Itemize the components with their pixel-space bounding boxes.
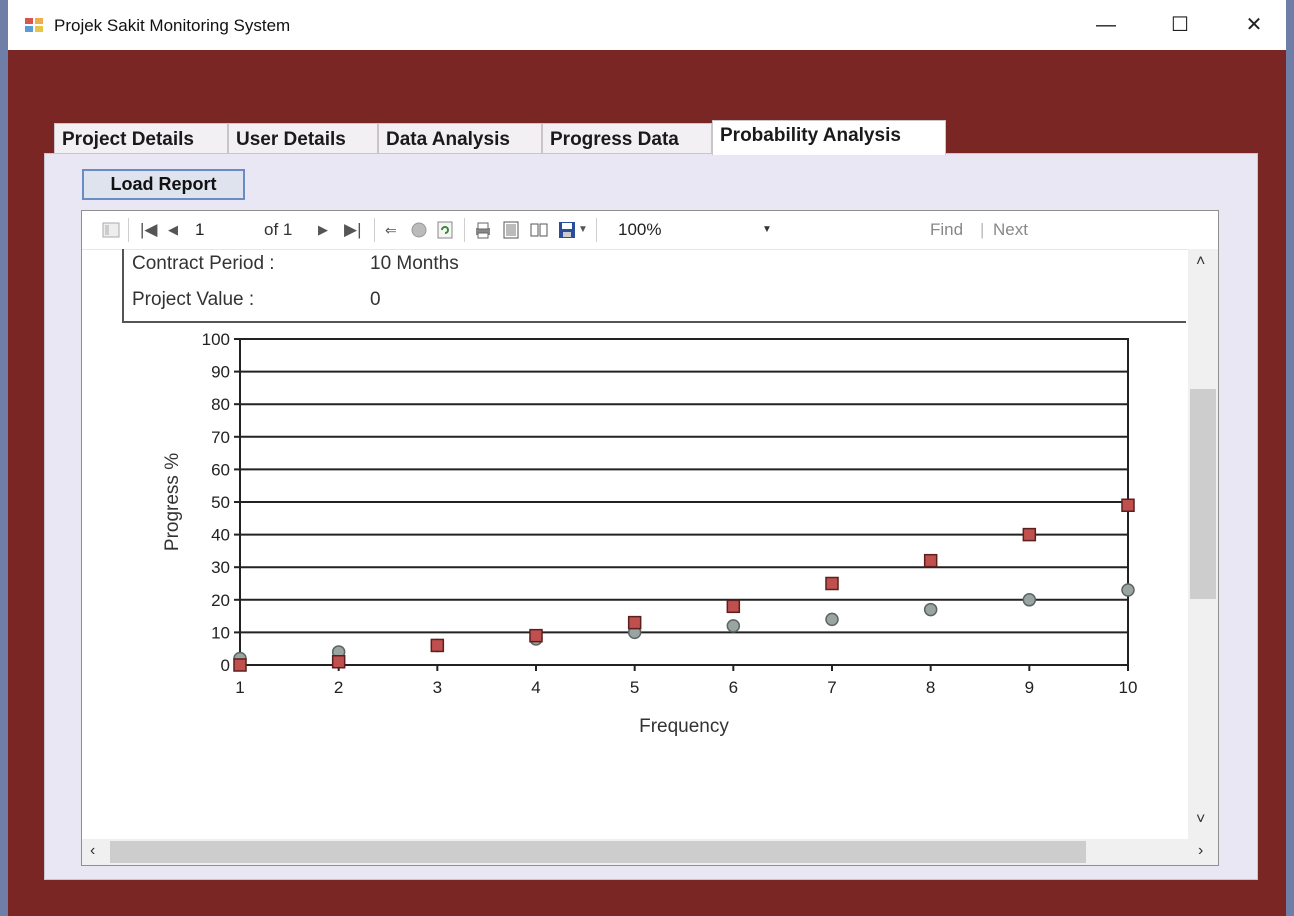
circle-data-point [1121, 583, 1135, 597]
report-toolbar: |◀ ◀ 1 of 1 ▶ ▶| ⇐ ▼ 100% ▼ Find | Next [82, 211, 1218, 250]
save-icon[interactable] [558, 221, 576, 239]
x-tick-label: 8 [926, 678, 935, 697]
load-report-button[interactable]: Load Report [82, 169, 245, 200]
square-data-point [825, 576, 839, 591]
minimize-button[interactable]: — [1084, 8, 1128, 42]
report-viewer: |◀ ◀ 1 of 1 ▶ ▶| ⇐ ▼ 100% ▼ Find | Next … [81, 210, 1219, 866]
back-icon[interactable]: ⇐ [385, 220, 397, 240]
circle-data-point [825, 612, 839, 627]
x-tick-label: 3 [433, 678, 442, 697]
zoom-select[interactable]: 100% [618, 220, 661, 240]
square-data-point [233, 658, 247, 672]
last-page-icon[interactable]: ▶| [344, 220, 362, 240]
x-tick-label: 9 [1025, 678, 1034, 697]
print-icon[interactable] [474, 221, 492, 239]
tab-probability-analysis[interactable]: Probability Analysis [712, 120, 946, 155]
square-data-point [726, 599, 741, 614]
scatter-chart: 0 10 20 30 40 50 60 70 80 90 100 1 2 3 4 5 6 7 8 9 10 Frequen… [162, 330, 1138, 737]
tab-data-analysis[interactable]: Data Analysis [378, 123, 542, 154]
x-tick-label: 7 [827, 678, 836, 697]
scrollbar-corner: › [1188, 839, 1218, 865]
current-page-input[interactable]: 1 [195, 220, 204, 240]
tab-project-details[interactable]: Project Details [54, 123, 228, 154]
y-tick-label: 40 [211, 526, 230, 545]
tab-page-probability-analysis: Load Report |◀ ◀ 1 of 1 ▶ ▶| ⇐ ▼ 100% ▼ … [44, 153, 1258, 880]
circle-data-point [1022, 593, 1037, 607]
previous-page-icon[interactable]: ◀ [168, 220, 178, 240]
horizontal-scrollbar[interactable]: ‹ [82, 839, 1188, 865]
vertical-scroll-thumb[interactable] [1190, 389, 1216, 599]
y-tick-label: 20 [211, 591, 230, 610]
x-tick-label: 4 [531, 678, 540, 697]
y-tick-label: 30 [211, 558, 230, 577]
next-page-icon[interactable]: ▶ [318, 220, 328, 240]
tab-progress-data[interactable]: Progress Data [542, 123, 712, 154]
y-tick-label: 70 [211, 428, 230, 447]
square-data-point [430, 638, 445, 653]
tab-user-details[interactable]: User Details [228, 123, 378, 154]
close-button[interactable]: ✕ [1232, 8, 1276, 42]
export-dropdown-icon[interactable]: ▼ [578, 220, 588, 240]
x-tick-label: 2 [334, 678, 343, 697]
circle-data-point [923, 602, 938, 617]
vertical-scrollbar[interactable]: ˄ ˅ [1188, 249, 1218, 839]
square-data-point [529, 628, 543, 643]
toolbar-separator: | [980, 220, 985, 239]
circle-data-point [726, 619, 741, 633]
x-tick-label: 5 [630, 678, 639, 697]
x-tick-label: 6 [729, 678, 738, 697]
y-tick-label: 0 [221, 656, 230, 675]
next-link[interactable]: Next [993, 220, 1028, 240]
scroll-up-icon[interactable]: ˄ [1196, 253, 1205, 271]
y-tick-label: 90 [211, 363, 230, 382]
y-tick-label: 10 [211, 623, 230, 642]
y-tick-label: 100 [202, 330, 230, 349]
scroll-left-icon[interactable]: ‹ [90, 842, 95, 860]
application-window: Projek Sakit Monitoring System — ☐ ✕ Pro… [8, 0, 1286, 916]
toolbar-separator [374, 218, 375, 242]
y-axis-title: Progress % [162, 453, 183, 551]
toolbar-separator [596, 218, 597, 242]
square-data-point [923, 553, 938, 568]
horizontal-scroll-thumb[interactable] [110, 841, 1086, 863]
report-content: Contract Period : 10 Months Project Valu… [82, 249, 1186, 839]
page-count-label: of 1 [264, 220, 293, 239]
toolbar-separator [464, 218, 465, 242]
x-tick-label: 10 [1119, 678, 1138, 697]
square-data-point [627, 615, 642, 630]
x-tick-label: 1 [235, 678, 244, 697]
x-axis-title: Frequency [639, 716, 729, 737]
page-setup-icon[interactable] [530, 221, 548, 239]
y-tick-label: 60 [211, 460, 230, 479]
square-data-point [1022, 527, 1037, 542]
y-tick-label: 50 [211, 493, 230, 512]
find-link[interactable]: Find [930, 220, 963, 240]
stop-icon[interactable] [410, 221, 428, 239]
document-map-icon[interactable] [102, 221, 120, 239]
window-title: Projek Sakit Monitoring System [54, 16, 291, 35]
title-bar: Projek Sakit Monitoring System — ☐ ✕ [8, 0, 1286, 50]
scroll-right-icon[interactable]: › [1198, 842, 1203, 860]
app-icon [25, 18, 43, 32]
toolbar-separator [128, 218, 129, 242]
maximize-button[interactable]: ☐ [1158, 8, 1202, 42]
y-tick-label: 80 [211, 395, 230, 414]
print-layout-icon[interactable] [502, 221, 520, 239]
refresh-icon[interactable] [436, 221, 454, 239]
scroll-down-icon[interactable]: ˅ [1196, 811, 1205, 829]
square-data-point [1121, 498, 1135, 513]
first-page-icon[interactable]: |◀ [140, 220, 158, 240]
square-data-point [331, 654, 346, 669]
zoom-dropdown-icon[interactable]: ▼ [762, 220, 772, 240]
